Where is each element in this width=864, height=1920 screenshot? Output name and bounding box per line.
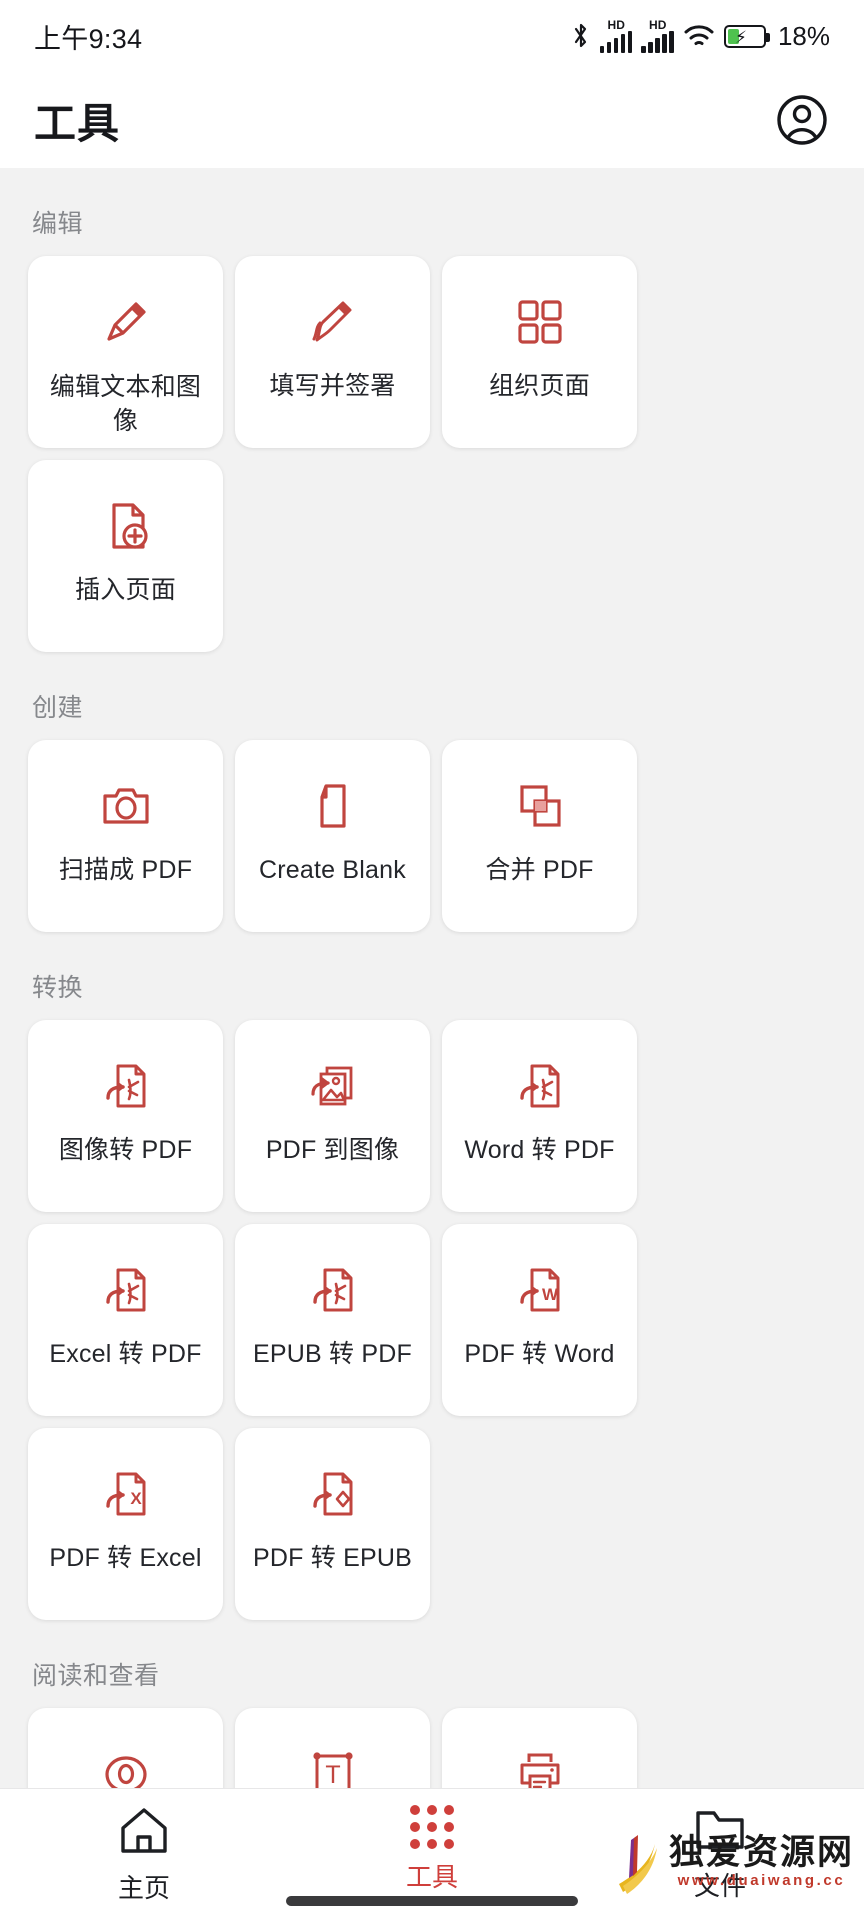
tool-grid-create: 扫描成 PDF Create Blank 合并 PDF [28,740,836,932]
pdf-to-word-icon: W [512,1256,568,1324]
svg-text:X: X [130,1489,142,1508]
apps-grid-icon [410,1805,454,1849]
section-edit: 编辑 编辑文本和图像 填写并签署 组织页面 插入页面 [28,168,836,652]
tool-label: PDF 转 Excel [49,1544,202,1572]
tool-grid-convert: 图像转 PDF PDF 到图像 Word 转 PDF Excel 转 PDF E… [28,1020,836,1620]
section-read-view: 阅读和查看 阅读 T [28,1620,836,1788]
tool-card-annotate[interactable]: T 注释 [235,1708,430,1788]
tool-card-insert-pages[interactable]: 插入页面 [28,460,223,652]
tool-label: Word 转 PDF [464,1136,615,1164]
nav-item-files[interactable]: 文件 [576,1805,864,1903]
section-title-convert: 转换 [32,974,84,1002]
grid-pages-icon [511,288,569,356]
section-title-edit: 编辑 [32,210,84,238]
tool-grid-read-view: 阅读 T 注释 [28,1708,836,1788]
status-bar-clock: 上午9:34 [34,23,143,54]
tool-card-read[interactable]: 阅读 [28,1708,223,1788]
blank-document-icon [304,772,362,840]
svg-text:W: W [541,1285,558,1304]
nav-label: 文件 [693,1871,746,1901]
tool-label: EPUB 转 PDF [253,1340,412,1368]
tool-label: 编辑文本和图像 [49,373,202,435]
pdf-to-epub-icon [305,1460,361,1528]
convert-to-pdf-icon [98,1052,154,1120]
nav-label: 工具 [405,1862,458,1892]
section-title-create: 创建 [32,694,84,722]
eye-icon [97,1740,155,1788]
hd-signal-icon: HD [599,19,633,53]
tool-label: Excel 转 PDF [49,1340,202,1368]
document-plus-icon [97,492,155,560]
battery-charging-icon: ⚡ [723,24,770,48]
tools-content: 编辑 编辑文本和图像 填写并签署 组织页面 插入页面 创建 扫描成 PDF Cr… [0,168,864,1788]
tool-label: PDF 转 EPUB [253,1544,412,1572]
tool-card-pdf-to-excel[interactable]: X PDF 转 Excel [28,1428,223,1620]
tool-label: PDF 转 Word [464,1340,615,1368]
folder-icon [692,1805,748,1858]
tool-card-image-to-pdf[interactable]: 图像转 PDF [28,1020,223,1212]
text-annotation-icon: T [304,1740,362,1788]
tool-label: 扫描成 PDF [58,856,193,884]
tool-card-pdf-to-image[interactable]: PDF 到图像 [235,1020,430,1212]
tool-label: Create Blank [259,856,406,884]
tool-card-pdf-to-word[interactable]: W PDF 转 Word [442,1224,637,1416]
sign-pen-icon [303,288,363,356]
nav-item-tools[interactable]: 工具 [288,1805,576,1894]
tool-label: 图像转 PDF [58,1136,193,1164]
section-convert: 转换 图像转 PDF PDF 到图像 Word 转 PDF Excel 转 PD… [28,932,836,1620]
tool-card-word-to-pdf[interactable]: Word 转 PDF [442,1020,637,1212]
tool-card-scan-to-pdf[interactable]: 扫描成 PDF [28,740,223,932]
app-bar: 工具 [0,72,864,168]
tool-card-excel-to-pdf[interactable]: Excel 转 PDF [28,1224,223,1416]
home-indicator-bar [286,1896,578,1906]
bluetooth-icon [571,22,591,50]
convert-to-pdf-icon [98,1256,154,1324]
printer-icon [511,1740,569,1788]
pdf-to-excel-icon: X [98,1460,154,1528]
bottom-navigation: 主页 工具 文件 独爱资源网 www.duaiwang.cc [0,1788,864,1920]
pencil-icon [96,288,156,356]
home-icon [116,1805,172,1860]
tool-label: 合并 PDF [485,856,594,884]
tool-card-print[interactable]: 打印 [442,1708,637,1788]
account-circle-icon[interactable] [774,92,830,148]
svg-text:T: T [325,1761,340,1788]
status-bar: 上午9:34 HD HD ⚡ 18% [0,0,864,72]
camera-icon [97,772,155,840]
page-title: 工具 [34,99,121,147]
tool-card-edit-text-image[interactable]: 编辑文本和图像 [28,256,223,448]
tool-card-epub-to-pdf[interactable]: EPUB 转 PDF [235,1224,430,1416]
section-title-read-view: 阅读和查看 [32,1662,160,1690]
tool-card-organize-pages[interactable]: 组织页面 [442,256,637,448]
status-bar-icons: HD HD ⚡ 18% [571,19,830,53]
phone-screen: 上午9:34 HD HD ⚡ 18% 工具 编辑 编辑文本和图像 填写并签署 组… [0,0,864,1920]
hd-signal-icon-2: HD [641,19,674,53]
tool-label: 组织页面 [489,372,590,400]
tool-card-merge-pdf[interactable]: 合并 PDF [442,740,637,932]
tool-card-create-blank[interactable]: Create Blank [235,740,430,932]
tool-card-fill-sign[interactable]: 填写并签署 [235,256,430,448]
convert-to-pdf-icon [305,1256,361,1324]
wifi-icon [683,23,715,49]
pdf-to-image-icon [305,1052,361,1120]
convert-to-pdf-icon [512,1052,568,1120]
tool-grid-edit: 编辑文本和图像 填写并签署 组织页面 插入页面 [28,256,836,652]
tool-label: PDF 到图像 [265,1136,400,1164]
section-create: 创建 扫描成 PDF Create Blank 合并 PDF [28,652,836,932]
tool-label: 插入页面 [75,576,176,604]
merge-squares-icon [511,772,569,840]
nav-item-home[interactable]: 主页 [0,1805,288,1905]
nav-label: 主页 [117,1873,170,1903]
battery-percent-label: 18% [777,20,830,51]
tool-label: 填写并签署 [269,372,396,400]
tool-card-pdf-to-epub[interactable]: PDF 转 EPUB [235,1428,430,1620]
